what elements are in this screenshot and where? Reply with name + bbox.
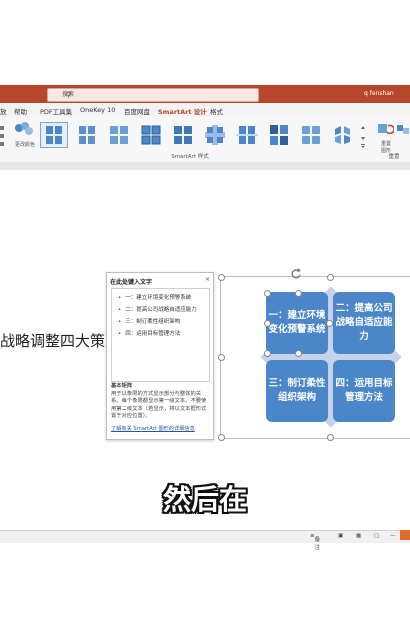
video-caption: 然后在 <box>162 483 247 516</box>
convert-button[interactable] <box>396 121 410 141</box>
smartart-text-pane[interactable]: 在此处键入文字 × • 一：建立环境变化预警系统 • 二：提高公司战略自适应能力 •… <box>106 272 214 440</box>
shape-handle[interactable] <box>264 350 271 357</box>
shape-handle[interactable] <box>295 350 302 357</box>
smartart-quadrant-3[interactable]: 三：制订柔性组织架构 <box>266 360 328 422</box>
normal-view-icon[interactable]: ▣ <box>338 533 343 539</box>
tab-pdf[interactable]: PDF工具集 <box>40 106 72 116</box>
smartart-style-5[interactable] <box>170 123 196 147</box>
user-name[interactable]: q fenshan <box>364 90 394 97</box>
resize-handle[interactable] <box>218 274 225 281</box>
shape-handle[interactable] <box>264 290 271 297</box>
text-pane-list[interactable]: • 一：建立环境变化预警系统 • 二：提高公司战略自适应能力 • 三：制订柔性组织架构… <box>111 288 210 382</box>
resize-handle[interactable] <box>218 354 225 361</box>
tab-format[interactable]: 格式 <box>210 106 223 116</box>
notes-button[interactable]: ≡ 备注 <box>310 533 320 551</box>
search-input[interactable]: ⚲ 搜索 <box>47 88 259 102</box>
reset-graphic-icon <box>378 124 395 135</box>
styles-scroll[interactable] <box>360 125 366 149</box>
text-pane-title: 在此处键入文字 <box>110 279 153 286</box>
shape-handle[interactable] <box>326 320 333 327</box>
smartart-style-3[interactable] <box>106 123 132 147</box>
reset-graphic-button[interactable]: 重置 图形 <box>376 121 396 154</box>
layout-desc-text: 用于以象限的方式显示部分与整体的关系。每个象限都显示第一级文本。不要使用第二级文… <box>111 390 207 420</box>
smartart-style-4[interactable] <box>138 123 164 147</box>
list-item[interactable]: • 三：制订柔性组织架构 <box>118 317 180 325</box>
learn-more-link[interactable]: 了解有关 SmartArt 图形的详细信息 <box>111 425 195 432</box>
tab-onekey[interactable]: OneKey 10 <box>80 106 115 114</box>
reading-view-icon[interactable]: ▢ <box>374 533 379 539</box>
resize-handle[interactable] <box>218 434 225 441</box>
ribbon-tabs: 放 帮助 PDF工具集 OneKey 10 百度网盘 SmartArt 设计 格… <box>0 103 410 118</box>
smartart-style-1[interactable] <box>40 122 68 148</box>
smartart-quadrant-1[interactable]: 一：建立环境变化预警系统 <box>266 292 328 354</box>
smartart-style-7[interactable] <box>234 123 260 147</box>
list-item[interactable]: • 二：提高公司战略自适应能力 <box>118 305 197 313</box>
convert-icon <box>397 125 409 134</box>
change-colors-button[interactable]: 更改颜色 <box>13 121 37 157</box>
resize-handle[interactable] <box>327 274 334 281</box>
close-icon[interactable]: × <box>205 276 210 283</box>
smartart-style-9[interactable] <box>298 123 324 147</box>
status-bar: ≡ 备注 ▣ ▦ ▢ — <box>0 530 410 551</box>
zoom-fit-icon[interactable] <box>400 530 410 540</box>
smartart-style-8[interactable] <box>266 123 292 147</box>
tab-home[interactable]: 放 <box>0 106 7 116</box>
smartart-quadrant-2[interactable]: 二：提高公司战略自适应能力 <box>333 292 395 354</box>
tab-help[interactable]: 帮助 <box>14 106 27 116</box>
ribbon-left-edge <box>0 122 6 152</box>
palette-icon <box>15 122 33 135</box>
zoom-slider[interactable]: — <box>390 533 396 539</box>
slide-title-text[interactable]: 战略调整四大策 <box>0 330 105 351</box>
ribbon-separator <box>0 162 410 170</box>
list-item[interactable]: • 四：运用目标管理方法 <box>118 329 180 337</box>
smartart-style-10[interactable] <box>330 123 356 147</box>
group-label-reset: 重置 <box>388 154 400 160</box>
shape-handle[interactable] <box>264 320 271 327</box>
search-icon: ⚲ <box>66 91 72 99</box>
resize-handle[interactable] <box>327 434 334 441</box>
tab-baidu[interactable]: 百度网盘 <box>124 106 150 116</box>
layout-description: 基本矩阵 用于以象限的方式显示部分与整体的关系。每个象限都显示第一级文本。不要使… <box>111 383 209 421</box>
smartart-style-6[interactable] <box>202 123 228 147</box>
smartart-quadrant-4[interactable]: 四：运用目标管理方法 <box>333 360 395 422</box>
group-label-styles: SmartArt 样式 <box>171 154 209 160</box>
rotate-handle-icon[interactable] <box>290 264 302 283</box>
sorter-view-icon[interactable]: ▦ <box>356 533 361 539</box>
layout-name: 基本矩阵 <box>111 383 133 389</box>
list-item[interactable]: • 一：建立环境变化预警系统 <box>118 293 191 301</box>
smartart-style-2[interactable] <box>74 123 100 147</box>
shape-handle[interactable] <box>295 290 302 297</box>
